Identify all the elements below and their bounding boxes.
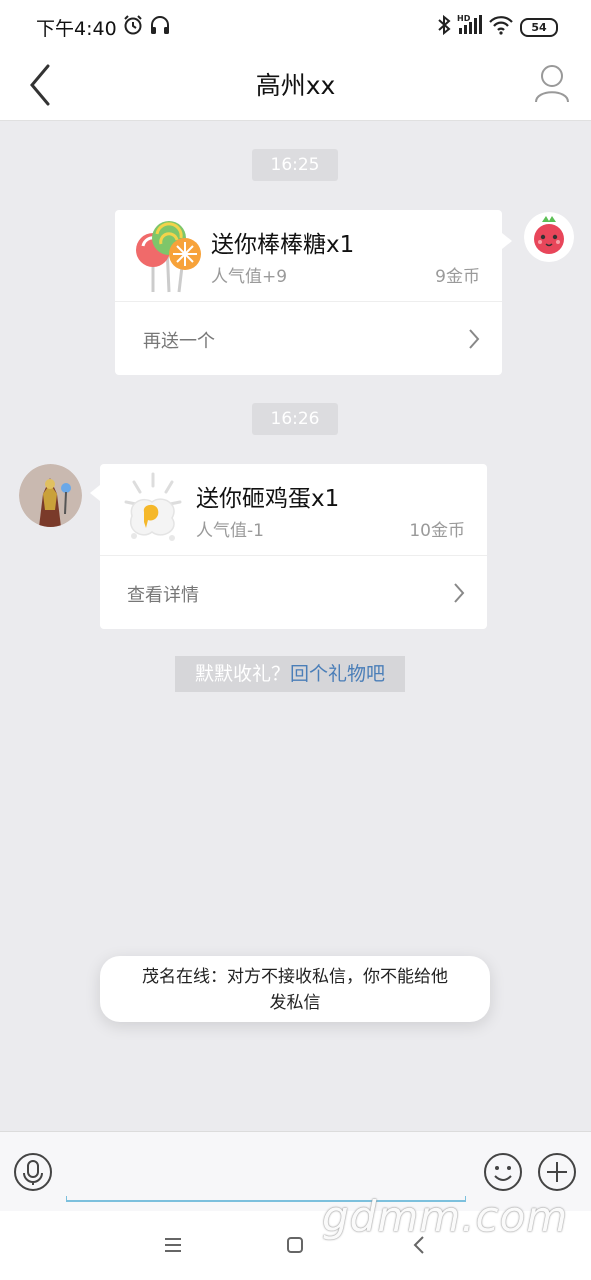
hd-label: HD — [457, 14, 471, 23]
bubble-tail — [90, 485, 100, 501]
toast-line-1: 茂名在线：对方不接收私信，你不能给他 — [142, 967, 448, 987]
emoji-icon[interactable] — [483, 1152, 523, 1192]
signal-icon: HD — [457, 14, 482, 34]
status-bar: 下午4:40 HD 54 — [0, 0, 591, 52]
my-avatar[interactable] — [524, 212, 574, 262]
bluetooth-icon — [438, 14, 451, 36]
plus-icon[interactable] — [537, 1152, 577, 1192]
watermark: gdmm.com — [322, 1192, 569, 1241]
return-gift-link[interactable]: 回个礼物吧 — [290, 663, 385, 685]
gift-card-lollipop: 送你棒棒糖x1 人气值+9 9金币 再送一个 — [115, 210, 502, 375]
send-again-label: 再送一个 — [143, 331, 215, 352]
home-icon[interactable] — [285, 1235, 305, 1255]
view-details-row[interactable]: 查看详情 — [100, 556, 487, 629]
wifi-icon — [489, 16, 513, 35]
menu-icon[interactable] — [163, 1235, 183, 1255]
battery-indicator: 54 — [520, 18, 558, 37]
headset-icon — [151, 16, 169, 34]
microphone-icon[interactable] — [13, 1152, 53, 1192]
egg-icon — [124, 472, 182, 541]
toast-message: 茂名在线：对方不接收私信，你不能给他 发私信 — [100, 956, 490, 1022]
alarm-icon — [124, 15, 142, 35]
view-details-label: 查看详情 — [127, 585, 199, 606]
chat-header: 高州xx — [0, 52, 591, 121]
gift-title: 送你棒棒糖x1 — [211, 232, 355, 258]
bubble-tail — [502, 233, 512, 249]
timestamp-chip: 16:25 — [252, 149, 338, 181]
chevron-right-icon — [454, 583, 465, 603]
toast-line-2: 发私信 — [269, 993, 321, 1013]
lollipop-icon — [136, 221, 201, 293]
return-gift-notice: 默默收礼？回个礼物吧 — [175, 656, 405, 692]
sender-avatar[interactable] — [19, 464, 82, 527]
chat-title: 高州xx — [255, 71, 336, 100]
gift-card-egg: 送你砸鸡蛋x1 人气值-1 10金币 查看详情 — [100, 464, 487, 629]
profile-icon[interactable] — [533, 62, 571, 106]
status-time: 下午4:40 — [36, 18, 117, 40]
chevron-right-icon — [469, 329, 480, 349]
notice-text: 默默收礼？ — [194, 663, 290, 685]
coin-value: 10金币 — [409, 521, 465, 541]
coin-value: 9金币 — [435, 267, 480, 287]
timestamp-chip: 16:26 — [252, 403, 338, 435]
send-again-row[interactable]: 再送一个 — [115, 302, 502, 375]
popularity-value: 人气值+9 — [211, 267, 288, 287]
gift-title: 送你砸鸡蛋x1 — [196, 486, 340, 512]
popularity-value: 人气值-1 — [196, 521, 264, 541]
